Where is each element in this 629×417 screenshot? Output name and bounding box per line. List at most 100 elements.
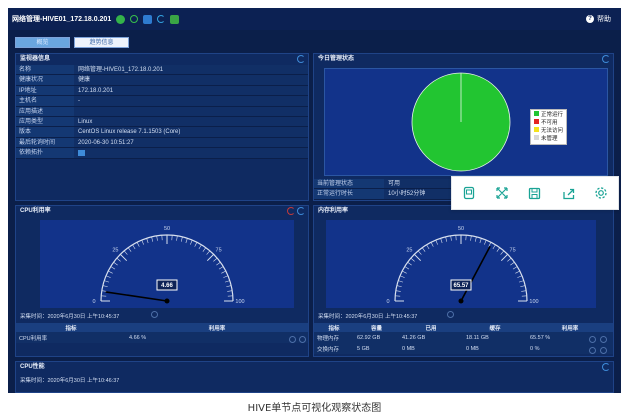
refresh-icon[interactable]	[297, 207, 305, 215]
gauge-minor-tick	[141, 239, 144, 245]
memory-gauge: 0 25 50 75 100 65.57	[386, 226, 538, 305]
topology-link[interactable]	[74, 148, 308, 158]
legend-swatch	[534, 119, 539, 124]
copy-icon[interactable]	[462, 186, 476, 200]
tab-trend[interactable]: 趋势信息	[74, 37, 129, 48]
info-row: IP地址 172.18.0.201	[16, 85, 308, 97]
gauge-needle	[460, 245, 491, 302]
cell-used: 0 MB	[399, 343, 463, 354]
monitor-info-title: 监视器信息	[20, 56, 51, 62]
tab-overview[interactable]: 概览	[15, 37, 70, 48]
gauge-minor-tick	[399, 275, 405, 278]
graph-icon[interactable]	[289, 336, 296, 343]
history-icon[interactable]	[287, 207, 295, 215]
refresh-icon[interactable]	[297, 55, 305, 63]
help-button[interactable]: ? 帮助	[586, 14, 611, 24]
info-row: 依赖拓扑	[16, 148, 308, 159]
gauge-tick-label: 50	[458, 226, 464, 232]
column-header: 已用	[399, 323, 463, 332]
info-key: 应用描述	[16, 106, 74, 116]
column-header: 缓存	[463, 323, 527, 332]
help-label: 帮助	[597, 16, 611, 23]
gauge-minor-tick	[105, 275, 111, 278]
gauge-tick-label: 100	[529, 299, 538, 305]
gauge-tick-label: 75	[510, 247, 516, 253]
gauge-minor-tick	[190, 239, 193, 245]
settings-icon[interactable]	[600, 336, 607, 343]
gauge-minor-tick	[417, 250, 422, 255]
graph-icon[interactable]	[589, 347, 596, 354]
info-key: 最后轮询时间	[16, 137, 74, 148]
legend-label: 无法访问	[541, 128, 564, 134]
gauge-minor-tick	[127, 247, 132, 252]
gauge-minor-tick	[507, 257, 512, 262]
column-header: 容量	[354, 323, 399, 332]
refresh-icon[interactable]	[157, 15, 166, 23]
memory-panel: 内存利用率 0 25 50 75 100 65.57 采集时间：2020年6月30日 上午…	[313, 205, 614, 357]
settings-icon[interactable]	[600, 347, 607, 354]
fullscreen-icon[interactable]	[495, 186, 509, 200]
gauge-minor-tick	[213, 257, 218, 262]
pie-chart-area: 正常运行 不可用 无法访问 未管理	[324, 68, 608, 176]
gauge-major-tick	[413, 253, 422, 262]
monitor-icon[interactable]	[143, 14, 153, 24]
graph-icon[interactable]	[589, 336, 596, 343]
gauge-minor-tick	[206, 250, 211, 255]
gauge-minor-tick	[488, 242, 492, 247]
info-value: 2020-06-30 10:51:27	[74, 137, 308, 148]
gauge-tick-label: 25	[406, 247, 412, 253]
gear-icon[interactable]	[594, 186, 608, 200]
today-status-title: 今日管理状态	[318, 56, 355, 62]
cpu-sample-time: 采集时间：2020年6月30日 上午10:45:37	[20, 314, 120, 320]
gauge-minor-tick	[479, 238, 482, 244]
info-key: 名称	[16, 65, 74, 75]
download-icon[interactable]	[170, 14, 180, 24]
info-key: 主机名	[16, 96, 74, 106]
gauge-minor-tick	[108, 270, 113, 274]
clock-icon[interactable]	[151, 311, 158, 318]
gauge-minor-tick	[470, 235, 472, 241]
memory-table: 指标 容量 已用 缓存 利用率 物理内存 62.92 GB 41.26 GB 1…	[314, 323, 613, 354]
column-header: 指标	[16, 323, 126, 332]
gauge-minor-tick	[113, 261, 118, 266]
share-icon[interactable]	[561, 186, 575, 200]
gauge-minor-tick	[132, 244, 136, 250]
gauge-minor-tick	[484, 239, 487, 245]
cell-used: 41.26 GB	[399, 332, 463, 343]
gauge-minor-tick	[198, 244, 202, 250]
info-value: -	[74, 96, 308, 106]
refresh-icon[interactable]	[602, 363, 610, 371]
refresh-icon[interactable]	[602, 55, 610, 63]
gauge-minor-tick	[180, 236, 183, 242]
cpu-header: CPU利用率	[16, 206, 308, 216]
legend-item: 不可用	[534, 119, 563, 127]
gauge-minor-tick	[102, 285, 108, 288]
gauge-minor-tick	[223, 275, 229, 278]
info-row: 名称 网络管理-HIVE01_172.18.0.201	[16, 65, 308, 76]
table-header-row: 指标 容量 已用 缓存 利用率	[314, 323, 613, 332]
settings-icon[interactable]	[299, 336, 306, 343]
info-value: 健康	[74, 75, 308, 85]
save-icon[interactable]	[528, 186, 542, 200]
gauge-minor-tick	[407, 261, 412, 266]
gauge-hub	[164, 298, 170, 304]
info-value: Linux	[74, 116, 308, 127]
table-row: 物理内存 62.92 GB 41.26 GB 18.11 GB 65.57 %	[314, 332, 613, 343]
gauge-arc	[394, 234, 528, 302]
cpu-rate-value: 4.66 %	[129, 334, 147, 341]
gauge-minor-tick	[445, 236, 448, 242]
gauge-value-label: 65.57	[453, 283, 469, 289]
window-title: 网络管理-HIVE01_172.18.0.201	[12, 16, 112, 23]
info-row: 健康状况 健康	[16, 75, 308, 86]
table-row: 交换内存 5 GB 0 MB 0 MB 0 %	[314, 343, 613, 354]
add-icon[interactable]	[116, 14, 126, 24]
gauge-minor-tick	[421, 247, 426, 252]
legend-item: 无法访问	[534, 127, 563, 135]
gauge-arc	[100, 234, 234, 302]
clock-icon[interactable]	[447, 311, 454, 318]
gauge-minor-tick	[123, 250, 128, 255]
help-icon: ?	[586, 15, 594, 23]
gauge-hub	[458, 298, 464, 304]
cell-capacity: 5 GB	[354, 343, 399, 354]
search-icon[interactable]	[130, 15, 139, 23]
